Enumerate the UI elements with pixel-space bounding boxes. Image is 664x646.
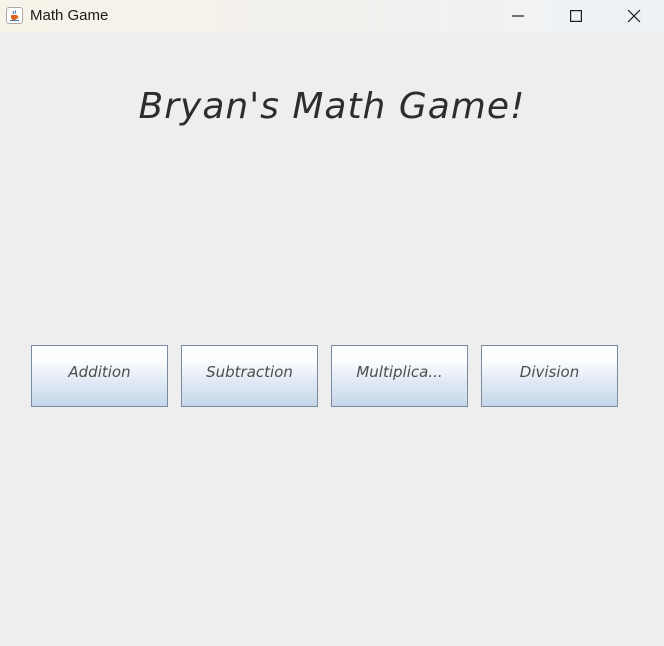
division-button[interactable]: Division (481, 345, 618, 407)
minimize-button[interactable] (489, 0, 547, 32)
java-cup-icon[interactable] (6, 7, 23, 24)
app-window: Math Game Bryan's Math Game! Addition Su… (0, 0, 664, 646)
title-bar[interactable]: Math Game (0, 0, 664, 32)
maximize-icon (570, 10, 582, 22)
minimize-icon (512, 15, 524, 17)
page-title: Bryan's Math Game! (138, 86, 526, 127)
addition-button[interactable]: Addition (31, 345, 168, 407)
close-button[interactable] (605, 0, 663, 32)
subtraction-button[interactable]: Subtraction (181, 345, 318, 407)
window-title: Math Game (30, 7, 109, 24)
maximize-button[interactable] (547, 0, 605, 32)
multiplication-button[interactable]: Multiplica... (331, 345, 468, 407)
close-icon (627, 9, 641, 23)
